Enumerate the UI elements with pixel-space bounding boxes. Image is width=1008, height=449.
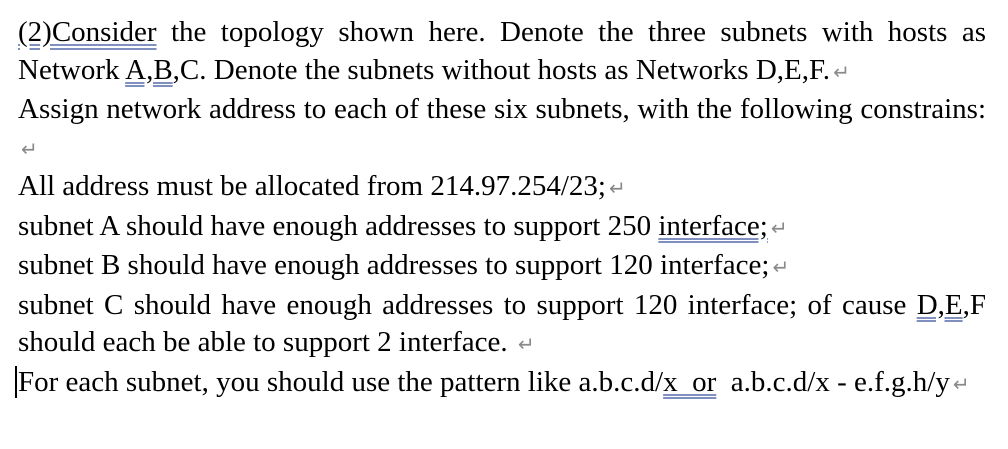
paragraph-mark-icon: ↵ <box>952 371 970 396</box>
subnet-b-text: subnet B should have enough addresses to… <box>18 249 770 281</box>
question-number: (2)Consider <box>18 16 157 48</box>
paragraph-subnet-c: subnet C should have enough addresses to… <box>18 287 986 364</box>
paragraph-mark-icon: ↵ <box>770 215 788 240</box>
paragraph-mark-icon: ↵ <box>772 255 790 279</box>
paragraph-mark-icon: ↵ <box>517 332 535 356</box>
paragraph-subnet-a: subnet A should have enough addresses to… <box>18 208 986 248</box>
document-body: (2)Consider the topology shown here. Den… <box>15 14 986 404</box>
pattern-text-1: For each subnet, you should use the patt… <box>18 365 664 398</box>
network-ab-label: A,B <box>125 53 173 86</box>
paragraph-mark-icon: ↵ <box>608 176 626 200</box>
subnet-c-text-1: subnet C should have enough addresses to… <box>18 288 917 321</box>
subnet-a-text: subnet A should have enough addresses to… <box>18 209 659 242</box>
constraint-address-text: All address must be allocated from 214.9… <box>18 170 606 202</box>
pattern-or-word: x or <box>663 365 717 398</box>
paragraph-assign: Assign network address to each of these … <box>18 91 986 168</box>
paragraph-mark-icon: ↵ <box>833 59 850 84</box>
intro-text-2: ,C. Denote the subnets without hosts as … <box>172 53 831 86</box>
paragraph-intro: (2)Consider the topology shown here. Den… <box>18 14 986 91</box>
paragraph-pattern: For each subnet, you should use the patt… <box>15 364 986 404</box>
assign-text: Assign network address to each of these … <box>18 93 986 125</box>
paragraph-constraint-address: All address must be allocated from 214.9… <box>18 168 986 208</box>
paragraph-subnet-b: subnet B should have enough addresses to… <box>18 247 986 287</box>
paragraph-mark-icon: ↵ <box>21 136 38 161</box>
pattern-text-2: a.b.c.d/x - e.f.g.h/y <box>716 365 950 398</box>
network-de-label: D,E <box>916 288 963 321</box>
subnet-a-interface-word: interface; <box>658 209 768 242</box>
